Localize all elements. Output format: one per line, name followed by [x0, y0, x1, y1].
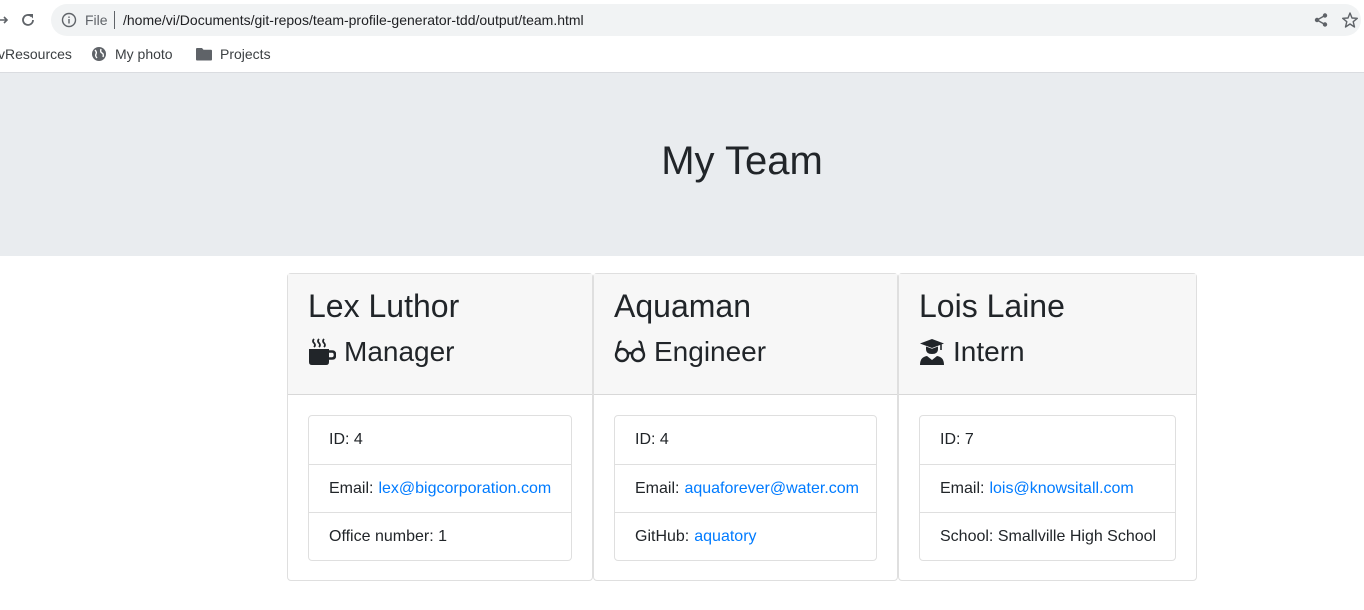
- employee-details: ID: 4 Email: aquaforever@water.com GitHu…: [614, 415, 877, 561]
- employee-email: Email: lex@bigcorporation.com: [309, 464, 571, 512]
- school-row: School: Smallville High School: [920, 512, 1175, 560]
- employee-card-engineer: Aquaman Engineer ID: 4 Email: aquaforeve…: [593, 273, 898, 581]
- email-label: Email:: [329, 479, 374, 497]
- bookmark-my-photo[interactable]: My photo: [91, 46, 173, 62]
- id-text: ID: 7: [940, 431, 974, 448]
- coffee-mug-icon: [309, 338, 336, 365]
- omnibox[interactable]: File /home/vi/Documents/git-repos/team-p…: [51, 4, 1361, 36]
- employee-name: Lois Laine: [919, 288, 1065, 324]
- url-divider: [114, 11, 115, 29]
- role-label: Engineer: [654, 336, 767, 367]
- employee-card-intern: Lois Laine Intern ID: 7 Email: lois@know…: [898, 273, 1197, 581]
- employee-email: Email: lois@knowsitall.com: [920, 464, 1175, 512]
- office-number: Office number: 1: [309, 512, 571, 560]
- forward-button[interactable]: [0, 9, 14, 31]
- info-icon[interactable]: [61, 12, 77, 28]
- employee-email: Email: aquaforever@water.com: [615, 464, 876, 512]
- office-number-text: Office number: 1: [329, 527, 447, 545]
- bookmark-label: Projects: [220, 46, 271, 62]
- share-icon[interactable]: [1313, 12, 1329, 28]
- github-link[interactable]: aquatory: [694, 528, 756, 546]
- browser-address-bar: File /home/vi/Documents/git-repos/team-p…: [0, 0, 1364, 40]
- card-header: Aquaman Engineer: [594, 274, 897, 395]
- email-label: Email:: [635, 479, 680, 497]
- glasses-icon: [614, 340, 646, 363]
- page-title: My Team: [661, 139, 823, 183]
- employee-name: Aquaman: [614, 288, 751, 324]
- role-label: Intern: [953, 336, 1025, 367]
- id-text: ID: 4: [329, 431, 363, 448]
- star-icon[interactable]: [1341, 11, 1359, 29]
- employee-id: ID: 7: [920, 416, 1175, 464]
- github-row: GitHub: aquatory: [615, 512, 876, 560]
- email-link[interactable]: aquaforever@water.com: [684, 480, 859, 498]
- globe-icon: [92, 47, 106, 61]
- bookmark-label: vResources: [0, 46, 72, 62]
- reload-icon: [22, 14, 34, 26]
- card-header: Lois Laine Intern: [899, 274, 1196, 395]
- employee-role: Intern: [919, 334, 1176, 370]
- bookmark-vresources[interactable]: vResources: [0, 46, 72, 62]
- folder-icon: [196, 48, 212, 61]
- github-label: GitHub:: [635, 527, 690, 545]
- page-header: My Team: [0, 73, 1364, 256]
- email-link[interactable]: lex@bigcorporation.com: [378, 480, 551, 498]
- employee-card-manager: Lex Luthor Manager ID: 4 Email: lex@bigc…: [287, 273, 593, 581]
- email-label: Email:: [940, 479, 985, 497]
- employee-id: ID: 4: [309, 416, 571, 464]
- graduate-icon: [920, 339, 944, 365]
- reload-button[interactable]: [17, 9, 39, 31]
- role-label: Manager: [344, 336, 455, 367]
- bookmark-label: My photo: [115, 46, 173, 62]
- employee-role: Engineer: [614, 334, 877, 370]
- url-scheme-label: File: [85, 12, 108, 28]
- employee-name: Lex Luthor: [308, 288, 460, 324]
- bookmark-projects[interactable]: Projects: [196, 46, 271, 62]
- employee-details: ID: 4 Email: lex@bigcorporation.com Offi…: [308, 415, 572, 561]
- arrow-right-icon: [0, 16, 9, 24]
- bookmarks-bar: vResources My photo Projects: [0, 40, 1364, 73]
- school-text: School: Smallville High School: [940, 527, 1157, 545]
- employee-details: ID: 7 Email: lois@knowsitall.com School:…: [919, 415, 1176, 561]
- card-header: Lex Luthor Manager: [288, 274, 592, 395]
- email-link[interactable]: lois@knowsitall.com: [989, 480, 1133, 498]
- url-text[interactable]: /home/vi/Documents/git-repos/team-profil…: [123, 12, 584, 28]
- employee-id: ID: 4: [615, 416, 876, 464]
- employee-role: Manager: [308, 334, 572, 370]
- id-text: ID: 4: [635, 431, 669, 448]
